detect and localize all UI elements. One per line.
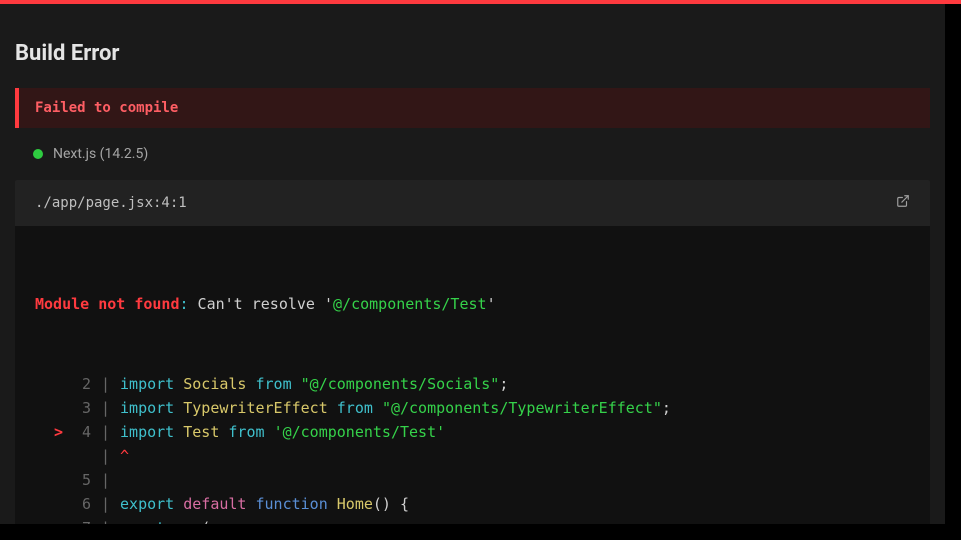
gutter-pipe: | <box>91 444 120 468</box>
gutter-pipe: | <box>91 420 120 444</box>
error-text: Can't resolve ' <box>189 295 334 313</box>
code-line: 7| return ( <box>35 516 910 524</box>
error-prefix: Module not found <box>35 295 180 313</box>
code-header: ./app/page.jsx:4:1 <box>15 180 930 226</box>
code-line: 2|import Socials from "@/components/Soci… <box>35 372 910 396</box>
line-number: 4 <box>63 420 91 444</box>
gutter-marker <box>35 492 63 516</box>
error-marker: > <box>35 420 63 444</box>
framework-meta: Next.js (14.2.5) <box>15 146 930 162</box>
error-sep: : <box>180 295 189 313</box>
code-line: 6|export default function Home() { <box>35 492 910 516</box>
gutter-marker <box>35 468 63 492</box>
code-line: 3|import TypewriterEffect from "@/compon… <box>35 396 910 420</box>
gutter-pipe: | <box>91 396 120 420</box>
code-content: export default function Home() { <box>120 492 409 516</box>
gutter-marker <box>35 372 63 396</box>
code-content: import Test from '@/components/Test' <box>120 420 445 444</box>
code-line: 5| <box>35 468 910 492</box>
code-line: |^ <box>35 444 910 468</box>
code-content: return ( <box>120 516 210 524</box>
line-number: 2 <box>63 372 91 396</box>
gutter-pipe: | <box>91 468 120 492</box>
error-overlay-content: Build Error Failed to compile Next.js (1… <box>0 4 945 524</box>
status-dot-icon <box>33 149 43 159</box>
line-number: 3 <box>63 396 91 420</box>
line-number <box>63 444 91 468</box>
code-content: import Socials from "@/components/Social… <box>120 372 508 396</box>
code-content: ^ <box>120 444 129 468</box>
external-link-icon <box>896 194 910 208</box>
error-module: @/components/Test <box>333 295 487 313</box>
gutter-marker <box>35 444 63 468</box>
error-overlay-scroll[interactable]: Build Error Failed to compile Next.js (1… <box>0 4 945 524</box>
line-number: 6 <box>63 492 91 516</box>
gutter-pipe: | <box>91 516 120 524</box>
gutter-pipe: | <box>91 492 120 516</box>
code-panel: ./app/page.jsx:4:1 Module not found: Can… <box>15 180 930 524</box>
code-line: >4|import Test from '@/components/Test' <box>35 420 910 444</box>
open-external-button[interactable] <box>896 194 910 212</box>
error-banner: Failed to compile <box>15 88 930 128</box>
error-suffix: ' <box>487 295 496 313</box>
framework-label: Next.js (14.2.5) <box>53 146 148 162</box>
error-title: Build Error <box>15 41 930 66</box>
gutter-marker <box>35 396 63 420</box>
gutter-marker <box>35 516 63 524</box>
line-number: 7 <box>63 516 91 524</box>
error-message: Module not found: Can't resolve '@/compo… <box>35 292 910 316</box>
code-body: Module not found: Can't resolve '@/compo… <box>15 226 930 524</box>
line-number: 5 <box>63 468 91 492</box>
code-content: import TypewriterEffect from "@/componen… <box>120 396 671 420</box>
file-location: ./app/page.jsx:4:1 <box>35 195 187 211</box>
gutter-pipe: | <box>91 372 120 396</box>
